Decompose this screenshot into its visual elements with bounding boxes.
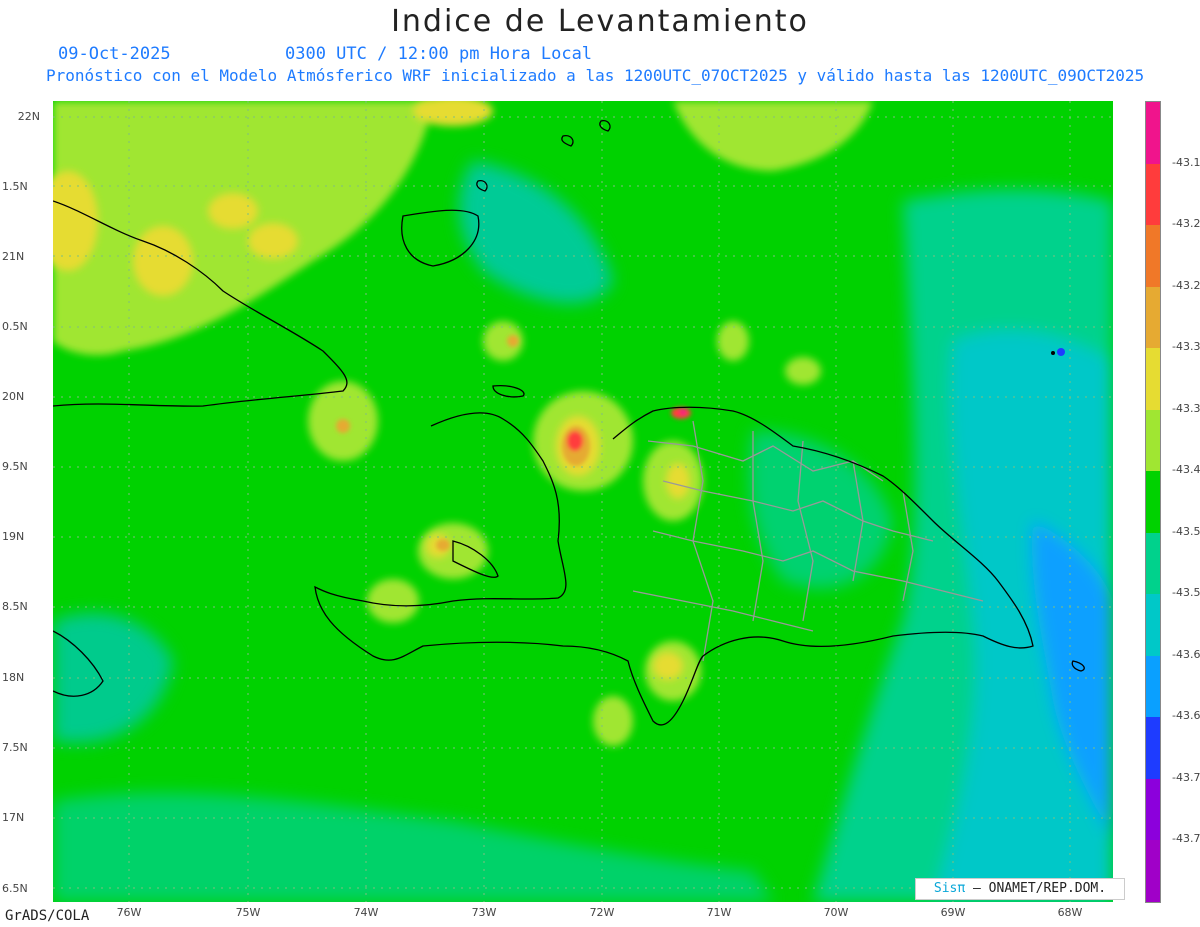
colorbar-label: -43.7: [1172, 770, 1200, 784]
colorbar-label: -43.7: [1172, 832, 1200, 846]
lat-label: 0.5N: [2, 320, 28, 333]
colorbar-segment: [1146, 655, 1160, 718]
colorbar-segment: [1146, 102, 1160, 165]
colorbar-segment: [1146, 594, 1160, 657]
small-island: [1051, 351, 1055, 355]
colorbar-label: -43.5: [1172, 524, 1200, 538]
lon-label: 75W: [235, 906, 261, 919]
lon-label: 74W: [353, 906, 379, 919]
subtitle-date: 09-Oct-2025: [58, 44, 171, 64]
colorbar-segment: [1146, 225, 1160, 288]
lon-label: 72W: [589, 906, 615, 919]
lat-label: 18N: [2, 671, 25, 684]
lon-label: 76W: [116, 906, 142, 919]
colorbar-label: -43.6: [1172, 647, 1200, 661]
lat-label: 6.5N: [2, 882, 28, 895]
min-spot: [1057, 348, 1065, 356]
colorbar-segment: [1146, 348, 1160, 411]
subtitle-model: Pronóstico con el Modelo Atmósferico WRF…: [46, 66, 1145, 85]
lat-label: 7.5N: [2, 741, 28, 754]
lat-label: 19N: [2, 530, 25, 543]
chart-title: Indice de Levantamiento: [391, 4, 809, 39]
colorbar-segment: [1146, 286, 1160, 349]
credit-box: Sisπ – ONAMET/REP.DOM.: [915, 878, 1125, 900]
colorbar-label: -43.2: [1172, 217, 1200, 231]
lat-label: 21N: [2, 250, 25, 263]
colorbar: [1145, 101, 1161, 903]
lat-label: 1.5N: [2, 180, 28, 193]
colorbar-label: -43.5: [1172, 586, 1200, 600]
subtitle-time: 0300 UTC / 12:00 pm Hora Local: [285, 44, 593, 64]
colorbar-label: -43.3: [1172, 340, 1200, 354]
colorbar-label: -43.4: [1172, 463, 1200, 477]
colorbar-segment: [1146, 778, 1160, 841]
colorbar-label: -43.1: [1172, 155, 1200, 169]
lon-label: 68W: [1057, 906, 1083, 919]
credit-org: – ONAMET/REP.DOM.: [973, 881, 1107, 896]
lon-label: 69W: [940, 906, 966, 919]
lon-label: 73W: [471, 906, 497, 919]
colorbar-segment: [1146, 717, 1160, 780]
lon-label: 70W: [823, 906, 849, 919]
lat-label: 9.5N: [2, 460, 28, 473]
lat-label: 22N: [17, 110, 40, 123]
colorbar-segment: [1146, 471, 1160, 534]
credit-sis: Sisπ: [933, 881, 966, 896]
lifted-index-map: [53, 101, 1113, 902]
colorbar-segment: [1146, 409, 1160, 472]
lat-label: 8.5N: [2, 600, 28, 613]
lat-label: 20N: [2, 390, 25, 403]
lon-label: 71W: [706, 906, 732, 919]
colorbar-segment: [1146, 532, 1160, 595]
colorbar-label: -43.2: [1172, 278, 1200, 292]
colorbar-segment: [1146, 163, 1160, 226]
colorbar-label: -43.6: [1172, 709, 1200, 723]
colorbar-label: -43.3: [1172, 401, 1200, 415]
colorbar-segment: [1146, 840, 1160, 903]
lat-label: 17N: [2, 811, 25, 824]
footer-grads: GrADS/COLA: [5, 908, 90, 924]
